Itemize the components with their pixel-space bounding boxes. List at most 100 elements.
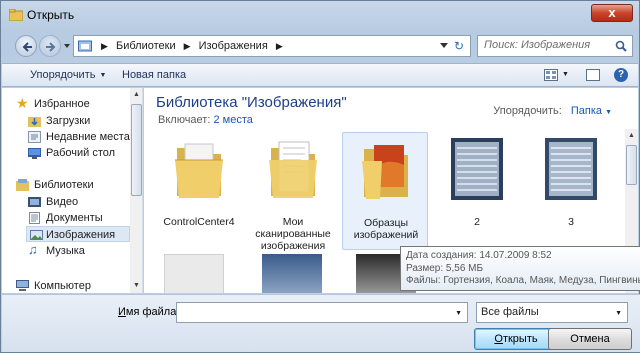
sidebar-favorites-label: Избранное bbox=[34, 98, 90, 110]
file-item-thumbnail[interactable] bbox=[164, 254, 224, 293]
chevron-right-icon: ▶ bbox=[101, 41, 108, 51]
filename-label: Имя файла: bbox=[118, 306, 179, 318]
arrange-label: Упорядочить: bbox=[493, 105, 562, 117]
sidebar-item-recent-places[interactable]: Недавние места bbox=[28, 129, 130, 145]
open-access-key: О bbox=[494, 333, 503, 345]
file-item-label: Мои сканированные изображения bbox=[255, 216, 331, 252]
sidebar-item-label: Документы bbox=[46, 212, 103, 224]
sidebar-item-label: Недавние места bbox=[46, 131, 130, 143]
search-icon[interactable] bbox=[615, 40, 627, 52]
tooltip-files: Файлы: Гортензия, Коала, Маяк, Медуза, П… bbox=[406, 275, 640, 286]
arrange-by-dropdown[interactable]: Папка ▼ bbox=[571, 105, 612, 117]
downloads-icon bbox=[28, 117, 41, 127]
file-type-select[interactable]: Все файлы ▼ bbox=[476, 302, 628, 323]
file-item-my-scans[interactable]: Мои сканированные изображения bbox=[250, 132, 336, 252]
computer-icon bbox=[16, 280, 29, 291]
chevron-down-icon: ▼ bbox=[99, 72, 107, 79]
sidebar-item-images[interactable]: Изображения bbox=[26, 226, 130, 242]
documents-icon bbox=[29, 212, 40, 224]
recent-places-icon bbox=[28, 131, 41, 143]
sidebar-item-label: Музыка bbox=[46, 245, 85, 257]
sidebar-item-desktop[interactable]: Рабочий стол bbox=[28, 145, 116, 161]
address-bar[interactable]: ▶ Библиотеки ▶ Изображения ▶ ↻ bbox=[73, 35, 471, 57]
file-item-label: ControlCenter4 bbox=[163, 216, 235, 228]
chevron-down-icon: ▼ bbox=[605, 109, 612, 116]
scrollbar-thumb[interactable] bbox=[131, 104, 142, 196]
sidebar-item-video[interactable]: Видео bbox=[28, 194, 79, 210]
library-icon bbox=[16, 179, 29, 191]
sidebar-libraries[interactable]: Библиотеки bbox=[16, 177, 94, 193]
file-item-label: 2 bbox=[474, 216, 480, 228]
file-item-2[interactable]: 2 bbox=[434, 132, 520, 250]
navigation-bar: ▶ Библиотеки ▶ Изображения ▶ ↻ bbox=[7, 34, 635, 58]
desktop-icon bbox=[28, 148, 41, 159]
breadcrumb-images[interactable]: Изображения bbox=[199, 40, 268, 52]
star-icon: ★ bbox=[16, 95, 29, 111]
tooltip-created: Дата создания: 14.07.2009 8:52 bbox=[406, 250, 552, 261]
open-label: ткрыть bbox=[502, 333, 538, 345]
arrow-right-icon bbox=[46, 42, 56, 52]
title-bar[interactable]: Открыть x bbox=[1, 1, 639, 29]
scroll-up-icon[interactable]: ▲ bbox=[130, 88, 142, 102]
scroll-down-icon[interactable]: ▼ bbox=[130, 279, 142, 293]
breadcrumb: ▶ Библиотеки ▶ Изображения ▶ bbox=[96, 40, 288, 52]
open-button[interactable]: Открыть bbox=[474, 328, 558, 350]
back-button[interactable] bbox=[15, 35, 37, 57]
file-item-controlcenter4[interactable]: ControlCenter4 bbox=[156, 132, 242, 250]
scroll-up-icon[interactable]: ▲ bbox=[625, 129, 638, 143]
dialog-footer: Имя файла: ▼ Все файлы ▼ Открыть Отмена bbox=[2, 294, 640, 352]
chevron-right-icon[interactable]: ▶ bbox=[184, 41, 191, 52]
command-bar: Упорядочить ▼ Новая папка ▼ ? bbox=[2, 63, 638, 87]
library-icon bbox=[78, 40, 92, 52]
file-item-label: 3 bbox=[568, 216, 574, 228]
refresh-icon[interactable]: ↻ bbox=[452, 39, 466, 53]
arrange-value: Папка bbox=[570, 105, 602, 117]
video-icon bbox=[28, 197, 41, 207]
close-button[interactable]: x bbox=[591, 4, 633, 22]
sidebar-item-label: Видео bbox=[46, 196, 79, 208]
folder-pictures-icon bbox=[362, 145, 408, 199]
file-type-value: Все файлы bbox=[481, 306, 539, 318]
images-icon bbox=[30, 230, 43, 240]
address-dropdown-icon[interactable] bbox=[440, 43, 448, 49]
help-button[interactable]: ? bbox=[614, 68, 628, 82]
file-item-thumbnail[interactable] bbox=[262, 254, 322, 293]
sidebar-item-downloads[interactable]: Загрузки bbox=[28, 113, 91, 129]
sidebar-item-label: Рабочий стол bbox=[46, 147, 116, 159]
sidebar-item-label: Загрузки bbox=[46, 115, 91, 127]
music-icon: ♫ bbox=[28, 242, 38, 257]
breadcrumb-libraries[interactable]: Библиотеки bbox=[116, 40, 176, 52]
open-file-dialog: Открыть x ▶ Библиотеки ▶ Изображения ▶ ↻ bbox=[0, 0, 640, 353]
sidebar-item-music[interactable]: ♫ Музыка bbox=[28, 243, 85, 259]
change-view-icon[interactable] bbox=[544, 69, 558, 81]
sidebar-favorites[interactable]: ★ Избранное bbox=[16, 96, 90, 112]
file-item-label: Образцы изображений bbox=[353, 217, 419, 241]
scrollbar-thumb[interactable] bbox=[626, 145, 637, 185]
navigation-pane: ★ Избранное Загрузки Недавние места Рабо… bbox=[2, 88, 143, 293]
history-dropdown-icon[interactable] bbox=[63, 42, 71, 50]
window-title: Открыть bbox=[27, 8, 75, 22]
chevron-right-icon[interactable]: ▶ bbox=[276, 41, 283, 52]
folder-info-tooltip: Дата создания: 14.07.2009 8:52 Размер: 5… bbox=[400, 246, 640, 291]
includes-locations-link[interactable]: 2 места bbox=[213, 114, 252, 126]
file-item-sample-pictures[interactable]: Образцы изображений bbox=[342, 132, 428, 250]
chevron-down-icon[interactable]: ▼ bbox=[615, 310, 622, 317]
arrange-by: Упорядочить: Папка ▼ bbox=[493, 105, 612, 117]
chevron-down-icon[interactable]: ▼ bbox=[455, 310, 462, 317]
cancel-button[interactable]: Отмена bbox=[548, 328, 632, 350]
scan-thumbnail-icon bbox=[451, 138, 503, 200]
forward-button[interactable] bbox=[39, 35, 61, 57]
preview-pane-icon[interactable] bbox=[586, 69, 600, 81]
filename-input[interactable]: ▼ bbox=[176, 302, 468, 323]
search-input[interactable] bbox=[484, 39, 610, 51]
sidebar-scrollbar[interactable]: ▲ ▼ bbox=[130, 88, 142, 293]
library-includes: Включает: 2 места bbox=[158, 114, 253, 126]
sidebar-computer-label: Компьютер bbox=[34, 280, 91, 292]
sidebar-item-documents[interactable]: Документы bbox=[29, 210, 103, 226]
file-item-3[interactable]: 3 bbox=[528, 132, 614, 250]
organize-menu[interactable]: Упорядочить ▼ bbox=[30, 69, 106, 81]
new-folder-button[interactable]: Новая папка bbox=[122, 69, 186, 81]
search-box[interactable] bbox=[477, 35, 633, 57]
view-dropdown-icon[interactable]: ▼ bbox=[562, 71, 569, 78]
sidebar-computer[interactable]: Компьютер bbox=[16, 278, 91, 293]
